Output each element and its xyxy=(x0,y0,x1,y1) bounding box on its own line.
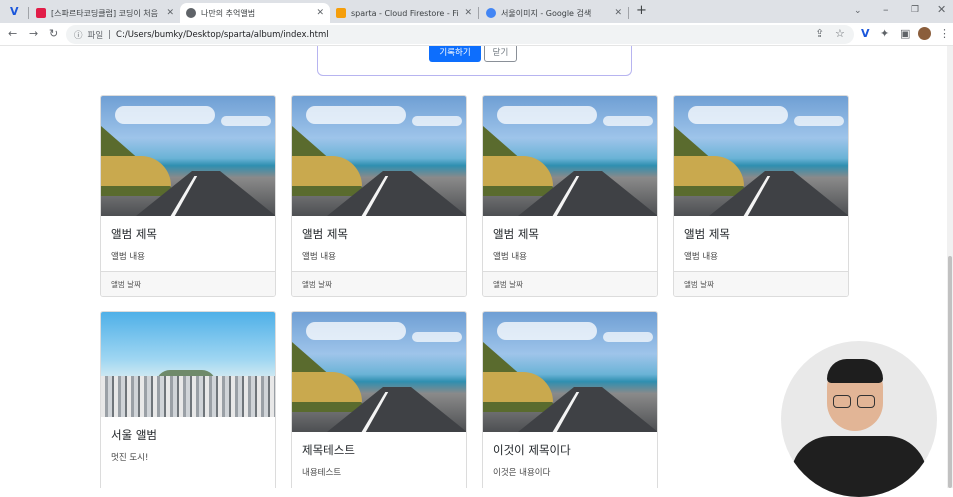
scrollbar-thumb[interactable] xyxy=(948,256,952,488)
minimize-button[interactable]: – xyxy=(883,3,889,17)
close-tab-icon[interactable]: ✕ xyxy=(464,8,472,18)
maximize-button[interactable]: ❐ xyxy=(911,3,919,17)
vivaldi-extension-icon[interactable]: V xyxy=(861,27,870,41)
url-text[interactable]: C:/Users/bumky/Desktop/sparta/album/inde… xyxy=(116,30,329,40)
vivaldi-logo-icon[interactable]: V xyxy=(10,5,19,19)
card-date: 앨범 날짜 xyxy=(674,271,848,296)
card-date: 앨범 날짜 xyxy=(101,271,275,296)
share-icon[interactable]: ⇪ xyxy=(815,27,824,41)
webcam-overlay xyxy=(781,341,937,497)
card-image-seoul xyxy=(101,312,275,417)
address-scheme-label: 파일 xyxy=(87,30,104,41)
firebase-icon xyxy=(336,8,346,18)
card-title: 이것이 제목이다 xyxy=(493,443,571,457)
card-text: 앨범 내용 xyxy=(684,252,718,262)
album-card[interactable]: 이것이 제목이다이것은 내용이다 xyxy=(482,311,658,488)
card-image-road xyxy=(483,312,657,432)
album-card[interactable]: 앨범 제목앨범 내용 앨범 날짜 xyxy=(482,95,658,297)
card-image-road xyxy=(292,312,466,432)
side-panel-icon[interactable]: ▣ xyxy=(900,27,910,41)
address-bar[interactable]: ⓘ 파일 | C:/Users/bumky/Desktop/sparta/alb… xyxy=(66,25,854,44)
forward-arrow-icon[interactable]: → xyxy=(29,27,38,41)
close-button[interactable]: 닫기 xyxy=(484,46,517,62)
save-button[interactable]: 기록하기 xyxy=(429,46,481,62)
close-tab-icon[interactable]: ✕ xyxy=(316,8,324,18)
album-card[interactable]: 제목테스트내용테스트 xyxy=(291,311,467,488)
tab-firestore[interactable]: sparta - Cloud Firestore - Fireba ✕ xyxy=(330,3,478,23)
tab-sparta-coding[interactable]: [스파르타코딩클럽] 코딩이 처음 ✕ xyxy=(30,3,180,23)
page-scrollbar[interactable] xyxy=(947,46,953,488)
card-text: 내용테스트 xyxy=(302,468,342,478)
menu-dots-icon[interactable]: ⋮ xyxy=(939,27,950,41)
card-title: 앨범 제목 xyxy=(302,227,348,241)
close-window-button[interactable]: ✕ xyxy=(937,3,946,17)
card-title: 서울 앨범 xyxy=(111,428,157,442)
album-card[interactable]: 앨범 제목앨범 내용 앨범 날짜 xyxy=(673,95,849,297)
back-arrow-icon[interactable]: ← xyxy=(8,27,17,41)
tab-bar: V [스파르타코딩클럽] 코딩이 처음 ✕ 나만의 추억앨범 ✕ sparta … xyxy=(0,0,953,23)
album-card[interactable]: 서울 앨범멋진 도시! xyxy=(100,311,276,488)
card-image-road xyxy=(674,96,848,216)
google-icon xyxy=(486,8,496,18)
profile-avatar[interactable] xyxy=(918,27,931,40)
card-date: 앨범 날짜 xyxy=(292,271,466,296)
new-tab-button[interactable]: + xyxy=(636,4,647,18)
card-title: 제목테스트 xyxy=(302,443,355,457)
tab-search-icon[interactable]: ⌄ xyxy=(854,4,862,18)
card-text: 앨범 내용 xyxy=(493,252,527,262)
info-icon: ⓘ xyxy=(74,30,83,41)
browser-toolbar: ← → ↻ ⓘ 파일 | C:/Users/bumky/Desktop/spar… xyxy=(0,23,953,46)
bookmark-star-icon[interactable]: ☆ xyxy=(835,27,845,41)
close-tab-icon[interactable]: ✕ xyxy=(614,8,622,18)
close-tab-icon[interactable]: ✕ xyxy=(166,8,174,18)
reload-icon[interactable]: ↻ xyxy=(49,27,58,41)
card-date: 앨범 날짜 xyxy=(483,271,657,296)
card-title: 앨범 제목 xyxy=(493,227,539,241)
tab-google-search[interactable]: 서울이미지 - Google 검색 ✕ xyxy=(480,3,628,23)
card-text: 앨범 내용 xyxy=(111,252,145,262)
album-card[interactable]: 앨범 제목앨범 내용 앨범 날짜 xyxy=(291,95,467,297)
card-title: 앨범 제목 xyxy=(111,227,157,241)
album-card[interactable]: 앨범 제목앨범 내용 앨범 날짜 xyxy=(100,95,276,297)
tab-favicon-icon xyxy=(36,8,46,18)
card-text: 멋진 도시! xyxy=(111,453,149,463)
card-image-road xyxy=(483,96,657,216)
card-text: 앨범 내용 xyxy=(302,252,336,262)
tab-memory-album[interactable]: 나만의 추억앨범 ✕ xyxy=(180,3,330,23)
card-image-road xyxy=(101,96,275,216)
card-text: 이것은 내용이다 xyxy=(493,468,551,478)
card-title: 앨범 제목 xyxy=(684,227,730,241)
globe-icon xyxy=(186,8,196,18)
extensions-puzzle-icon[interactable]: ✦ xyxy=(880,27,889,41)
card-image-road xyxy=(292,96,466,216)
